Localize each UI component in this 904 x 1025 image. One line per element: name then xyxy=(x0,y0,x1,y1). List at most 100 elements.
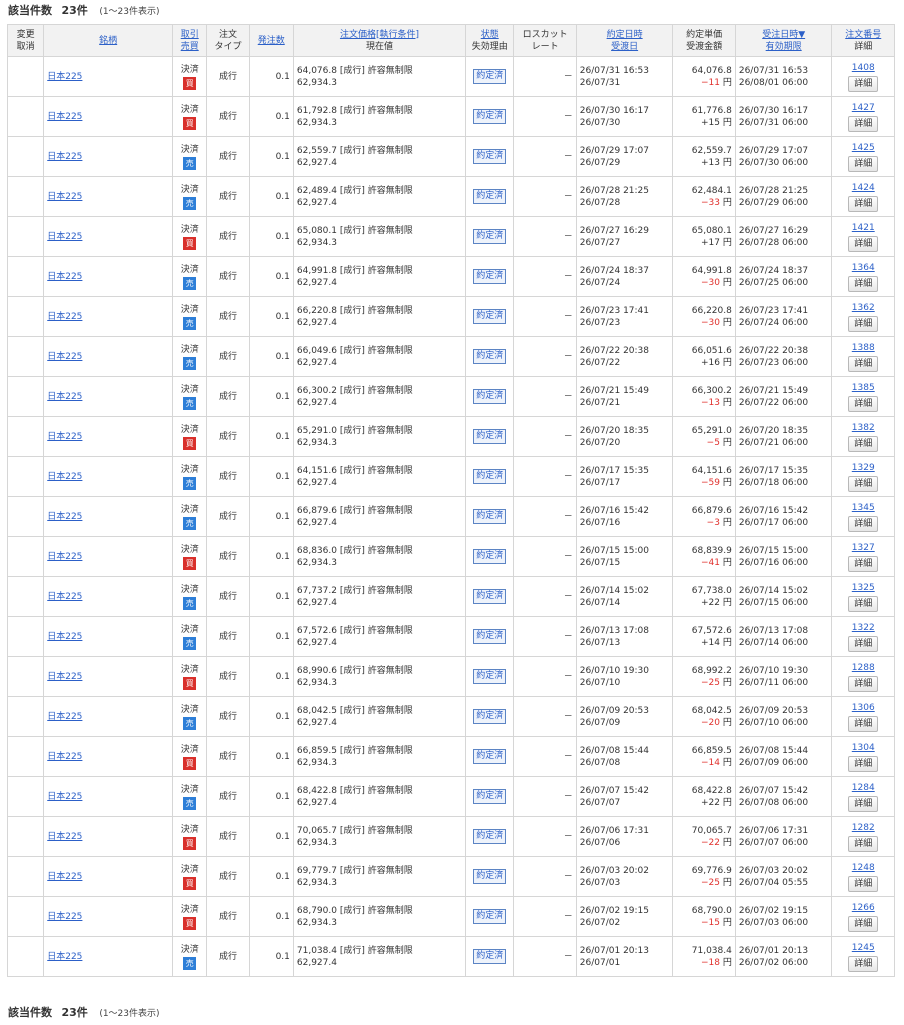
header-order-date-sort[interactable]: 受注日時▼ 有効期限 xyxy=(734,24,833,57)
table-row: 日本225 決済売成行 0.1 66,879.6 [成行] 許容無制限 62,927.4… xyxy=(6,496,895,537)
header-qty-sort[interactable]: 発注数 xyxy=(248,24,294,57)
symbol-link[interactable]: 日本225 xyxy=(47,192,82,202)
symbol-link[interactable]: 日本225 xyxy=(47,952,82,962)
price-cell: 62,559.7 [成行] 許容無制限 62,927.4 xyxy=(292,136,467,177)
table-row: 日本225 決済売成行 0.1 67,737.2 [成行] 許容無制限 62,927.4… xyxy=(6,576,895,617)
symbol-link[interactable]: 日本225 xyxy=(47,832,82,842)
detail-button[interactable]: 詳細 xyxy=(848,515,879,532)
order-number-link[interactable]: 1327 xyxy=(835,542,891,554)
order-number-link[interactable]: 1322 xyxy=(835,622,891,634)
detail-button[interactable]: 詳細 xyxy=(848,635,879,652)
symbol-link[interactable]: 日本225 xyxy=(47,552,82,562)
symbol-link[interactable]: 日本225 xyxy=(47,352,82,362)
status-cell: 約定済 xyxy=(465,496,515,537)
header-status-sort[interactable]: 状態 失効理由 xyxy=(465,24,515,57)
detail-button[interactable]: 詳細 xyxy=(848,675,879,692)
order-number-link[interactable]: 1362 xyxy=(835,302,891,314)
exec-date-cell: 26/07/21 15:49 26/07/21 xyxy=(575,376,674,417)
symbol-link[interactable]: 日本225 xyxy=(47,272,82,282)
order-number-link[interactable]: 1306 xyxy=(835,702,891,714)
header-order-no-sort[interactable]: 注文番号 詳細 xyxy=(831,24,895,57)
symbol-link[interactable]: 日本225 xyxy=(47,112,82,122)
exec-price: 68,422.8 xyxy=(691,785,732,796)
status-executed-chip: 約定済 xyxy=(473,949,507,964)
detail-button[interactable]: 詳細 xyxy=(848,795,879,812)
symbol-link[interactable]: 日本225 xyxy=(47,472,82,482)
order-number-link[interactable]: 1288 xyxy=(835,662,891,674)
symbol-link[interactable]: 日本225 xyxy=(47,872,82,882)
detail-button[interactable]: 詳細 xyxy=(848,915,879,932)
symbol-link[interactable]: 日本225 xyxy=(47,392,82,402)
detail-button[interactable]: 詳細 xyxy=(848,715,879,732)
symbol-link[interactable]: 日本225 xyxy=(47,792,82,802)
order-number-link[interactable]: 1421 xyxy=(835,222,891,234)
settle-type-label: 決済 xyxy=(180,344,199,355)
exec-price: 68,992.2 xyxy=(691,665,732,676)
order-number-link[interactable]: 1248 xyxy=(835,862,891,874)
order-number-link[interactable]: 1388 xyxy=(835,342,891,354)
side-cell: 決済売 xyxy=(172,136,208,177)
symbol-cell: 日本225 xyxy=(43,176,174,217)
symbol-link[interactable]: 日本225 xyxy=(47,752,82,762)
order-number-link[interactable]: 1364 xyxy=(835,262,891,274)
detail-button[interactable]: 詳細 xyxy=(848,755,879,772)
side-cell: 決済買 xyxy=(172,416,208,457)
symbol-link[interactable]: 日本225 xyxy=(47,432,82,442)
order-type-cell: 成行 xyxy=(206,376,250,417)
detail-button[interactable]: 詳細 xyxy=(848,155,879,172)
symbol-link[interactable]: 日本225 xyxy=(47,712,82,722)
settle-type-label: 決済 xyxy=(180,464,199,475)
order-number-link[interactable]: 1385 xyxy=(835,382,891,394)
order-number-link[interactable]: 1427 xyxy=(835,102,891,114)
symbol-link[interactable]: 日本225 xyxy=(47,672,82,682)
yen-unit: 円 xyxy=(722,277,732,288)
order-number-link[interactable]: 1345 xyxy=(835,502,891,514)
losscut-cell: － xyxy=(513,56,577,97)
order-number-link[interactable]: 1382 xyxy=(835,422,891,434)
detail-button[interactable]: 詳細 xyxy=(848,835,879,852)
current-price: 62,934.3 xyxy=(296,77,337,88)
detail-button[interactable]: 詳細 xyxy=(848,955,879,972)
price-cell: 64,151.6 [成行] 許容無制限 62,927.4 xyxy=(292,456,467,497)
order-number-link[interactable]: 1245 xyxy=(835,942,891,954)
detail-button[interactable]: 詳細 xyxy=(848,235,879,252)
detail-button[interactable]: 詳細 xyxy=(848,475,879,492)
symbol-link[interactable]: 日本225 xyxy=(47,512,82,522)
order-number-link[interactable]: 1424 xyxy=(835,182,891,194)
symbol-link[interactable]: 日本225 xyxy=(47,912,82,922)
detail-button[interactable]: 詳細 xyxy=(848,355,879,372)
order-number-link[interactable]: 1266 xyxy=(835,902,891,914)
detail-button[interactable]: 詳細 xyxy=(848,275,879,292)
header-price-sort[interactable]: 注文価格[執行条件] 現在値 xyxy=(292,24,467,57)
order-number-link[interactable]: 1304 xyxy=(835,742,891,754)
detail-button[interactable]: 詳細 xyxy=(848,195,879,212)
header-symbol-sort[interactable]: 銘柄 xyxy=(43,24,174,57)
detail-button[interactable]: 詳細 xyxy=(848,595,879,612)
detail-button[interactable]: 詳細 xyxy=(848,875,879,892)
detail-button[interactable]: 詳細 xyxy=(848,115,879,132)
symbol-link[interactable]: 日本225 xyxy=(47,632,82,642)
order-number-link[interactable]: 1329 xyxy=(835,462,891,474)
detail-button[interactable]: 詳細 xyxy=(848,395,879,412)
symbol-link[interactable]: 日本225 xyxy=(47,152,82,162)
detail-button[interactable]: 詳細 xyxy=(848,435,879,452)
order-number-link[interactable]: 1325 xyxy=(835,582,891,594)
header-side-sort[interactable]: 取引 売買 xyxy=(172,24,208,57)
change-cancel-cell xyxy=(6,576,45,617)
order-number-link[interactable]: 1282 xyxy=(835,822,891,834)
change-cancel-cell xyxy=(6,616,45,657)
header-exec-date-sort[interactable]: 約定日時 受渡日 xyxy=(575,24,674,57)
detail-button[interactable]: 詳細 xyxy=(848,315,879,332)
symbol-link[interactable]: 日本225 xyxy=(47,312,82,322)
order-number-link[interactable]: 1425 xyxy=(835,142,891,154)
result-summary-bottom: 該当件数 23件 (1〜23件表示) xyxy=(0,1002,160,1024)
symbol-link[interactable]: 日本225 xyxy=(47,592,82,602)
detail-button[interactable]: 詳細 xyxy=(848,555,879,572)
exec-datetime: 26/07/02 19:15 xyxy=(579,905,649,916)
symbol-link[interactable]: 日本225 xyxy=(47,232,82,242)
order-type-cell: 成行 xyxy=(206,936,250,977)
symbol-link[interactable]: 日本225 xyxy=(47,72,82,82)
detail-button[interactable]: 詳細 xyxy=(848,75,879,92)
order-number-link[interactable]: 1408 xyxy=(835,62,891,74)
order-number-link[interactable]: 1284 xyxy=(835,782,891,794)
